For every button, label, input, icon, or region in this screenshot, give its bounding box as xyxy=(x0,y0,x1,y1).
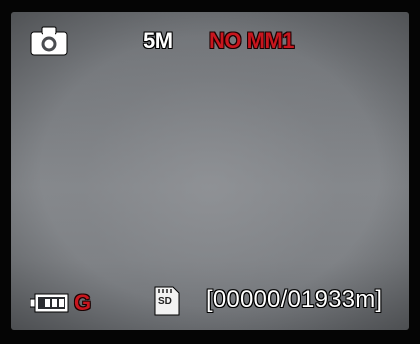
viewfinder-screen xyxy=(11,12,409,330)
camera-bezel: 5M NO MM1 G SD [00000/01933m] xyxy=(0,0,420,344)
camera-icon xyxy=(30,26,68,56)
battery-level-fill xyxy=(45,299,64,307)
shot-counter: [00000/01933m] xyxy=(206,286,383,313)
sd-card-label: SD xyxy=(158,296,172,307)
battery-bar xyxy=(52,299,57,307)
gps-indicator: G xyxy=(74,290,92,315)
battery-bar xyxy=(45,299,50,307)
battery-icon xyxy=(30,293,69,313)
mode-indicator: NO MM1 xyxy=(209,28,295,53)
battery-bar xyxy=(59,299,64,307)
screen-vignette xyxy=(11,12,409,330)
resolution-indicator: 5M xyxy=(143,28,173,53)
